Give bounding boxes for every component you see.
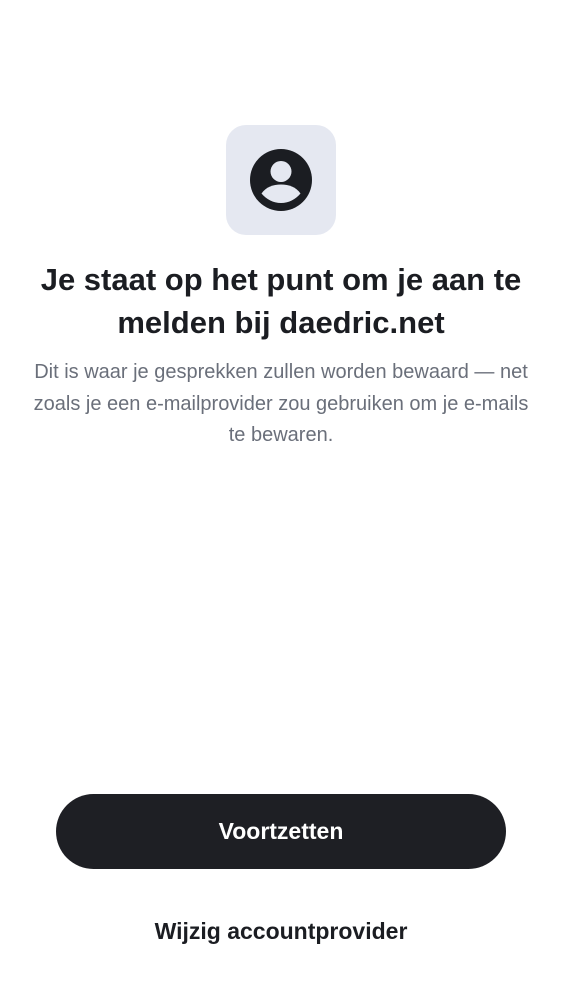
continue-button-label: Voortzetten (218, 818, 344, 844)
page-title: Je staat op het punt om je aan te melden… (40, 262, 522, 340)
user-circle-icon (249, 148, 313, 212)
continue-button[interactable]: Voortzetten (56, 794, 506, 869)
change-provider-button-label: Wijzig accountprovider (154, 917, 408, 944)
change-provider-button[interactable]: Wijzig accountprovider (56, 908, 506, 954)
avatar-tile (226, 125, 336, 235)
page-description: Dit is waar je gesprekken zullen worden … (33, 361, 529, 446)
account-provider-screen: Je staat op het punt om je aan te melden… (0, 0, 562, 1000)
